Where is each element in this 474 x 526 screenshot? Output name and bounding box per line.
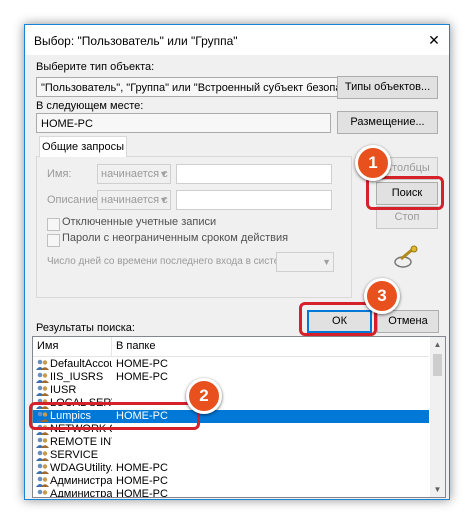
disabled-accounts-label: Отключенные учетные записи (62, 216, 217, 228)
name-query-label: Имя: (47, 168, 72, 180)
scroll-down-icon[interactable]: ▼ (430, 482, 445, 497)
chevron-down-icon: ▼ (322, 257, 331, 267)
column-header-folder[interactable]: В папке (116, 340, 155, 352)
scroll-thumb[interactable] (433, 354, 442, 376)
vertical-scrollbar[interactable]: ▲ ▼ (430, 337, 445, 497)
user-icon (36, 476, 49, 487)
user-icon (36, 385, 49, 396)
list-item[interactable]: IIS_IUSRS HOME-PC (33, 371, 429, 384)
result-folder: HOME-PC (116, 475, 168, 487)
description-query-input[interactable] (176, 190, 332, 210)
no-expire-passwords-checkbox[interactable] (47, 234, 60, 247)
object-types-button[interactable]: Типы объектов... (337, 76, 438, 99)
step-badge-1: 1 (355, 145, 391, 181)
description-mode-select[interactable]: начинается с ▼ (97, 190, 171, 210)
user-icon (36, 450, 49, 461)
scroll-up-icon[interactable]: ▲ (430, 337, 445, 352)
search-key-icon (394, 245, 418, 268)
search-results-label: Результаты поиска: (36, 322, 135, 334)
user-icon (36, 463, 49, 474)
user-icon (36, 437, 49, 448)
chevron-down-icon: ▼ (159, 169, 168, 179)
user-icon (36, 372, 49, 383)
chevron-down-icon: ▼ (159, 195, 168, 205)
name-query-input[interactable] (176, 164, 332, 184)
days-since-login-label: Число дней со времени последнего входа в… (47, 256, 295, 267)
result-folder: HOME-PC (116, 488, 168, 498)
list-item[interactable]: DefaultAccount HOME-PC (33, 358, 429, 371)
result-name: IUSR (50, 384, 77, 396)
results-header: Имя В папке (33, 337, 429, 357)
days-since-login-select[interactable]: ▼ (276, 252, 334, 272)
location-button[interactable]: Размещение... (337, 111, 438, 134)
result-name: Администратор (50, 488, 112, 498)
object-type-field: "Пользователь", "Группа" или "Встроенный… (36, 77, 350, 97)
title-bar: Выбор: "Пользователь" или "Группа" ✕ (25, 25, 449, 55)
list-item[interactable]: Администратор HOME-PC (33, 488, 429, 498)
result-name: Администраторы (50, 475, 112, 487)
lumpics-row-highlight (29, 402, 200, 430)
column-divider (111, 337, 112, 356)
description-mode-value: начинается с (101, 194, 168, 206)
search-button-highlight (366, 176, 444, 210)
result-folder: HOME-PC (116, 358, 168, 370)
user-icon (36, 359, 49, 370)
result-name: WDAGUtilityAccount (50, 462, 112, 474)
no-expire-passwords-label: Пароли с неограниченным сроком действия (62, 232, 289, 244)
list-item[interactable]: Администраторы HOME-PC (33, 475, 429, 488)
column-header-name[interactable]: Имя (37, 340, 58, 352)
list-item[interactable]: SERVICE (33, 449, 429, 462)
result-name: SERVICE (50, 449, 99, 461)
result-folder: HOME-PC (116, 462, 168, 474)
close-icon[interactable]: ✕ (423, 29, 445, 51)
list-item[interactable]: IUSR (33, 384, 429, 397)
disabled-accounts-checkbox[interactable] (47, 218, 60, 231)
ok-button-highlight (299, 302, 377, 336)
name-mode-select[interactable]: начинается с ▼ (97, 164, 171, 184)
user-icon (36, 489, 49, 497)
list-item[interactable]: REMOTE INTERACTIVE (33, 436, 429, 449)
name-mode-value: начинается с (101, 168, 168, 180)
result-name: IIS_IUSRS (50, 371, 104, 383)
location-label: В следующем месте: (36, 100, 144, 112)
step-badge-2: 2 (186, 378, 222, 414)
result-folder: HOME-PC (116, 371, 168, 383)
object-type-label: Выберите тип объекта: (36, 61, 155, 73)
description-query-label: Описание: (47, 194, 101, 206)
tab-common-queries[interactable]: Общие запросы (39, 136, 127, 157)
location-field: HOME-PC (36, 113, 331, 133)
window-title: Выбор: "Пользователь" или "Группа" (34, 34, 238, 48)
list-item[interactable]: WDAGUtilityAccount HOME-PC (33, 462, 429, 475)
result-name: DefaultAccount (50, 358, 112, 370)
step-badge-3: 3 (364, 278, 400, 314)
result-name: REMOTE INTERACTIVE (50, 436, 112, 448)
